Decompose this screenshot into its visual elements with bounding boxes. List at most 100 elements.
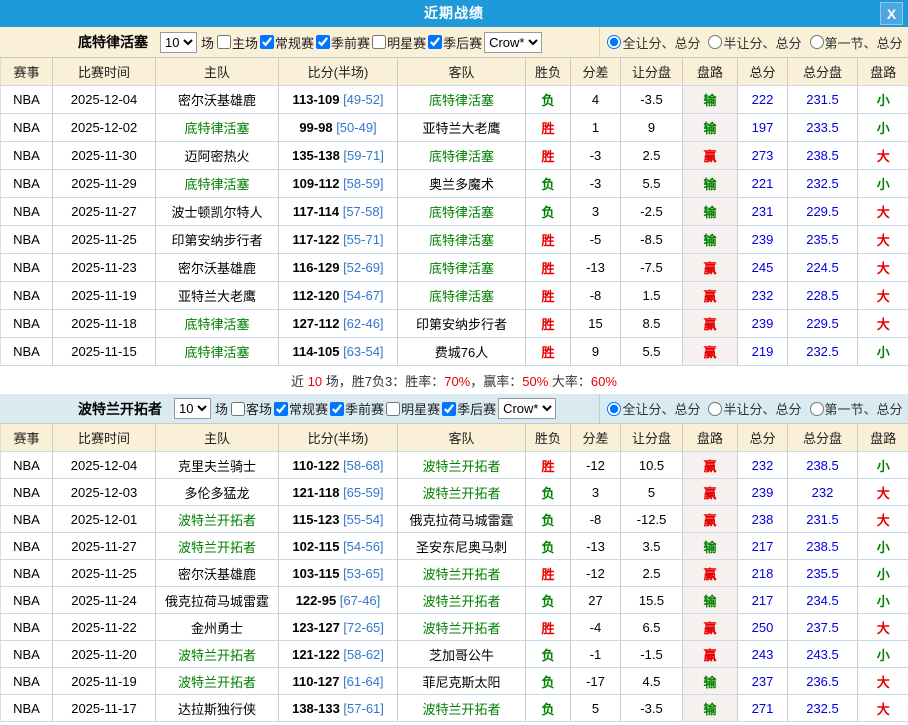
cell-score: 121-118 [65-59] bbox=[278, 478, 398, 506]
cell-ou-outcome: 大 bbox=[857, 253, 908, 282]
cell-home-team: 波特兰开拓者 bbox=[155, 532, 279, 560]
cell-total-line: 231.5 bbox=[787, 85, 858, 114]
column-header: 主队 bbox=[155, 58, 279, 86]
cell-result: 负 bbox=[525, 640, 571, 668]
filter-checkbox[interactable]: 主场 bbox=[215, 33, 258, 52]
games-count-select[interactable]: 10 bbox=[174, 398, 211, 419]
cell-handicap-line: 5.5 bbox=[620, 169, 683, 198]
summary-stat-value: 70% bbox=[444, 373, 471, 389]
half-time-score: [50-49] bbox=[332, 120, 377, 135]
odds-type-radio-input[interactable] bbox=[708, 35, 723, 49]
column-header: 比赛时间 bbox=[52, 58, 156, 86]
close-button[interactable]: X bbox=[880, 2, 903, 25]
cell-home-team: 密尔沃基雄鹿 bbox=[155, 85, 279, 114]
cell-point-diff: 15 bbox=[570, 309, 621, 338]
filter-checkbox-input[interactable] bbox=[372, 35, 387, 49]
cell-handicap-outcome: 赢 bbox=[682, 559, 738, 587]
final-score: 116-129 bbox=[292, 260, 340, 275]
cell-home-team: 密尔沃基雄鹿 bbox=[155, 253, 279, 282]
summary-text: 场，胜7负3：胜率： bbox=[322, 373, 445, 389]
cell-total-line: 229.5 bbox=[787, 197, 858, 226]
odds-type-radio[interactable]: 第一节、总分 bbox=[808, 33, 903, 52]
cell-total-points: 232 bbox=[737, 451, 788, 479]
away-team-name: 圣安东尼奥马刺 bbox=[415, 539, 507, 555]
filter-checkbox-input[interactable] bbox=[330, 401, 345, 416]
filter-checkbox-input[interactable] bbox=[316, 35, 331, 49]
away-team-name: 菲尼克斯太阳 bbox=[422, 674, 501, 690]
cell-total-line: 228.5 bbox=[787, 281, 858, 310]
filter-checkbox-input[interactable] bbox=[274, 401, 289, 416]
filter-checkbox-input[interactable] bbox=[260, 35, 275, 49]
cell-result: 负 bbox=[525, 169, 571, 198]
cell-score: 121-122 [58-62] bbox=[278, 640, 398, 668]
home-team-name: 密尔沃基雄鹿 bbox=[177, 93, 256, 108]
team-name: 波特兰开拓者 bbox=[78, 400, 162, 417]
filter-checkbox[interactable]: 客场 bbox=[229, 399, 272, 418]
half-time-score: [55-71] bbox=[339, 232, 384, 247]
odds-type-radio[interactable]: 半让分、总分 bbox=[706, 399, 802, 418]
odds-type-radio-input[interactable] bbox=[708, 401, 723, 416]
odds-type-radio-input[interactable] bbox=[809, 401, 824, 416]
results-table: 赛事 比赛时间 主队 比分(半场) 客队 胜负 分差 让分盘 盘路 总分 总分盘 盘路 NBA 2025… bbox=[0, 58, 908, 366]
away-team-name: 印第安纳步行者 bbox=[415, 317, 507, 332]
cell-total-points: 239 bbox=[737, 478, 788, 506]
odds-type-radio[interactable]: 第一节、总分 bbox=[808, 399, 903, 418]
filter-checkbox-input[interactable] bbox=[442, 401, 457, 416]
cell-total-line: 238.5 bbox=[787, 451, 858, 479]
odds-type-radio[interactable]: 全让分、总分 bbox=[605, 33, 700, 52]
filter-checkbox[interactable]: 常规赛 bbox=[258, 33, 314, 52]
filter-checkbox[interactable]: 季后赛 bbox=[426, 33, 482, 52]
cell-away-team: 俄克拉荷马城雷霆 bbox=[397, 505, 526, 533]
odds-type-radio-label: 全让分、总分 bbox=[622, 402, 701, 417]
odds-type-radio-label: 半让分、总分 bbox=[723, 402, 802, 417]
bookmaker-select[interactable]: Crow* bbox=[498, 398, 557, 419]
games-count-select[interactable]: 10 bbox=[160, 31, 197, 53]
filter-checkbox[interactable]: 季前赛 bbox=[328, 399, 384, 418]
odds-type-radio-input[interactable] bbox=[607, 401, 622, 416]
filter-checkbox[interactable]: 季前赛 bbox=[314, 33, 370, 52]
filter-checkbox[interactable]: 常规赛 bbox=[272, 399, 328, 418]
column-header: 胜负 bbox=[525, 58, 571, 86]
cell-handicap-outcome: 赢 bbox=[682, 141, 738, 170]
final-score: 110-127 bbox=[292, 673, 340, 689]
cell-score: 138-133 [57-61] bbox=[278, 694, 398, 722]
window-title: 近期战绩 bbox=[424, 5, 484, 21]
home-team-name: 亚特兰大老鹰 bbox=[177, 289, 256, 304]
filter-checkbox-label: 常规赛 bbox=[275, 35, 315, 51]
cell-total-line: 231.5 bbox=[787, 505, 858, 533]
filter-checkbox-label: 季前赛 bbox=[345, 402, 385, 417]
cell-date: 2025-12-04 bbox=[52, 451, 156, 479]
odds-type-radio[interactable]: 全让分、总分 bbox=[605, 399, 700, 418]
filter-checkbox-input[interactable] bbox=[217, 35, 232, 49]
cell-result: 胜 bbox=[525, 225, 571, 254]
away-team-name: 芝加哥公牛 bbox=[428, 647, 494, 663]
odds-type-radio[interactable]: 半让分、总分 bbox=[706, 33, 802, 52]
cell-score: 123-127 [72-65] bbox=[278, 613, 398, 641]
cell-home-team: 波士顿凯尔特人 bbox=[155, 197, 279, 226]
away-team-name: 波特兰开拓者 bbox=[422, 701, 501, 717]
filter-checkbox-input[interactable] bbox=[428, 35, 443, 49]
cell-total-points: 237 bbox=[737, 667, 788, 695]
filter-checkbox[interactable]: 明星赛 bbox=[370, 33, 426, 52]
column-header: 主队 bbox=[155, 424, 279, 452]
cell-ou-outcome: 大 bbox=[857, 141, 908, 170]
cell-ou-outcome: 小 bbox=[857, 169, 908, 198]
cell-score: 110-127 [61-64] bbox=[278, 667, 398, 695]
odds-type-radio-input[interactable] bbox=[809, 35, 824, 49]
cell-handicap-line: 4.5 bbox=[620, 667, 683, 695]
odds-type-radio-input[interactable] bbox=[607, 35, 622, 49]
bookmaker-select[interactable]: Crow* bbox=[484, 31, 543, 53]
cell-score: 117-122 [55-71] bbox=[278, 225, 398, 254]
cell-date: 2025-12-01 bbox=[52, 505, 156, 533]
cell-point-diff: -13 bbox=[570, 253, 621, 282]
filter-checkbox[interactable]: 季后赛 bbox=[440, 399, 496, 418]
cell-handicap-outcome: 输 bbox=[682, 113, 738, 142]
final-score: 102-115 bbox=[292, 538, 340, 554]
filter-checkbox[interactable]: 明星赛 bbox=[384, 399, 440, 418]
cell-ou-outcome: 大 bbox=[857, 478, 908, 506]
cell-ou-outcome: 大 bbox=[857, 309, 908, 338]
filter-checkbox-input[interactable] bbox=[386, 401, 401, 416]
cell-handicap-line: 15.5 bbox=[620, 586, 683, 614]
filter-checkbox-input[interactable] bbox=[231, 401, 246, 416]
summary-text: ，赢率： bbox=[470, 373, 523, 389]
